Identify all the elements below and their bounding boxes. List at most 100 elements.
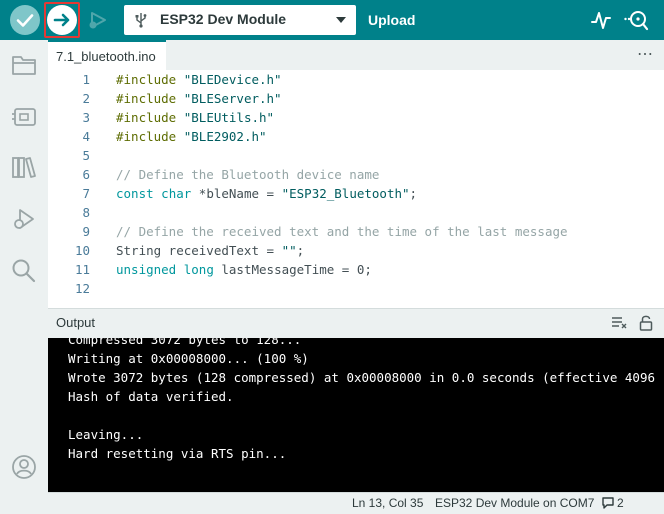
code-token: // Define the received text and the time…	[116, 224, 568, 239]
console-line: Hash of data verified.	[68, 389, 234, 404]
console-line: Hard resetting via RTS pin...	[68, 446, 287, 461]
verify-icon	[16, 14, 34, 27]
code-editor[interactable]: 1 #include "BLEDevice.h" 2 #include "BLESer…	[48, 70, 664, 304]
board-manager-icon[interactable]	[11, 104, 37, 128]
code-token: // Define the Bluetooth device name	[116, 167, 380, 182]
code-line: 7 const char *bleName = "ESP32_Bluetooth"…	[48, 186, 664, 205]
line-number: 8	[82, 205, 90, 220]
upload-label[interactable]: Upload	[368, 12, 415, 28]
console-line: Wrote 3072 bytes (128 compressed) at 0x0…	[68, 370, 655, 385]
verify-button[interactable]	[10, 5, 40, 35]
line-number: 11	[74, 262, 90, 277]
cursor-position: Ln 13, Col 35	[352, 496, 424, 510]
line-number: 10	[74, 243, 90, 258]
tab-label: 7.1_bluetooth.ino	[56, 49, 156, 64]
notification-count: 2	[617, 496, 624, 510]
code-token: const	[116, 186, 154, 201]
debug-button[interactable]	[82, 5, 112, 35]
code-line: 8	[48, 205, 664, 224]
code-text: #include "BLEServer.h"	[116, 91, 282, 106]
console-line: Compressed 3072 bytes to 128...	[68, 338, 302, 347]
code-token: ;	[409, 186, 418, 201]
code-text: // Define the received text and the time…	[116, 224, 568, 239]
code-line: 11 unsigned long lastMessageTime = 0;	[48, 262, 664, 281]
code-line: 10 String receivedText = "";	[48, 243, 664, 262]
code-text: #include "BLEUtils.h"	[116, 110, 274, 125]
output-console[interactable]: Compressed 3072 bytes to 128... Writing a…	[48, 338, 664, 492]
code-token: #include	[116, 91, 177, 106]
console-line: Leaving...	[68, 427, 144, 442]
code-token: "BLEUtils.h"	[183, 110, 275, 125]
chevron-down-icon	[336, 17, 346, 23]
line-number: 12	[74, 281, 90, 296]
upload-button[interactable]	[47, 5, 77, 35]
code-text: String receivedText = "";	[116, 243, 304, 258]
tab-bar: 7.1_bluetooth.ino ⋯	[48, 40, 664, 70]
sidebar	[0, 40, 48, 514]
code-line: 12	[48, 281, 664, 300]
code-token: "ESP32_Bluetooth"	[281, 186, 410, 201]
code-token: "BLEDevice.h"	[183, 72, 282, 87]
tab-sketch[interactable]: 7.1_bluetooth.ino	[48, 40, 166, 70]
debug-icon[interactable]	[11, 206, 37, 232]
more-options-icon[interactable]: ⋯	[637, 44, 654, 64]
code-token: #include	[116, 72, 177, 87]
code-text: // Define the Bluetooth device name	[116, 167, 379, 182]
notification-icon[interactable]	[601, 496, 615, 510]
search-icon[interactable]	[11, 258, 37, 284]
output-title: Output	[56, 315, 96, 330]
code-token: #include	[116, 129, 177, 144]
code-token: long	[183, 262, 214, 277]
line-number: 1	[82, 72, 90, 87]
toolbar: ESP32 Dev Module Upload	[0, 0, 664, 40]
line-number: 2	[82, 91, 90, 106]
board-name: ESP32 Dev Module	[160, 11, 287, 27]
folder-icon[interactable]	[11, 54, 37, 76]
code-token: "BLE2902.h"	[183, 129, 267, 144]
line-number: 5	[82, 148, 90, 163]
code-token: unsigned	[116, 262, 177, 277]
code-line: 3 #include "BLEUtils.h"	[48, 110, 664, 129]
usb-icon	[135, 13, 147, 28]
board-port-status[interactable]: ESP32 Dev Module on COM7	[435, 496, 594, 510]
console-line: Writing at 0x00008000... (100 %)	[68, 351, 309, 366]
code-text: #include "BLE2902.h"	[116, 129, 267, 144]
code-text: #include "BLEDevice.h"	[116, 72, 282, 87]
serial-monitor-icon[interactable]	[624, 8, 650, 32]
board-selector[interactable]: ESP32 Dev Module	[124, 5, 356, 35]
library-icon[interactable]	[11, 154, 37, 180]
line-number: 7	[82, 186, 90, 201]
code-line: 4 #include "BLE2902.h"	[48, 129, 664, 148]
clear-output-icon[interactable]	[611, 316, 627, 330]
code-token: lastMessageTime = 0;	[213, 262, 372, 277]
code-token: "BLEServer.h"	[183, 91, 282, 106]
code-line: 9 // Define the received text and the tim…	[48, 224, 664, 243]
debug-icon	[89, 12, 106, 29]
code-token: ;	[296, 243, 305, 258]
line-number: 3	[82, 110, 90, 125]
account-icon[interactable]	[11, 454, 37, 480]
scroll-lock-icon[interactable]	[639, 314, 653, 332]
serial-plotter-icon[interactable]	[590, 9, 612, 31]
line-number: 4	[82, 129, 90, 144]
code-line: 6 // Define the Bluetooth device name	[48, 167, 664, 186]
code-line: 5	[48, 148, 664, 167]
status-bar: Ln 13, Col 35 ESP32 Dev Module on COM7 2	[48, 492, 664, 514]
code-text: const char *bleName = "ESP32_Bluetooth";	[116, 186, 417, 201]
code-token: ""	[281, 243, 297, 258]
code-token: #include	[116, 110, 177, 125]
code-line: 2 #include "BLEServer.h"	[48, 91, 664, 110]
line-number: 6	[82, 167, 90, 182]
output-panel-header: Output	[48, 308, 664, 338]
upload-icon	[53, 13, 70, 27]
line-number: 9	[82, 224, 90, 239]
code-line: 1 #include "BLEDevice.h"	[48, 72, 664, 91]
code-text: unsigned long lastMessageTime = 0;	[116, 262, 372, 277]
code-token: String receivedText =	[116, 243, 282, 258]
code-token: char	[161, 186, 192, 201]
